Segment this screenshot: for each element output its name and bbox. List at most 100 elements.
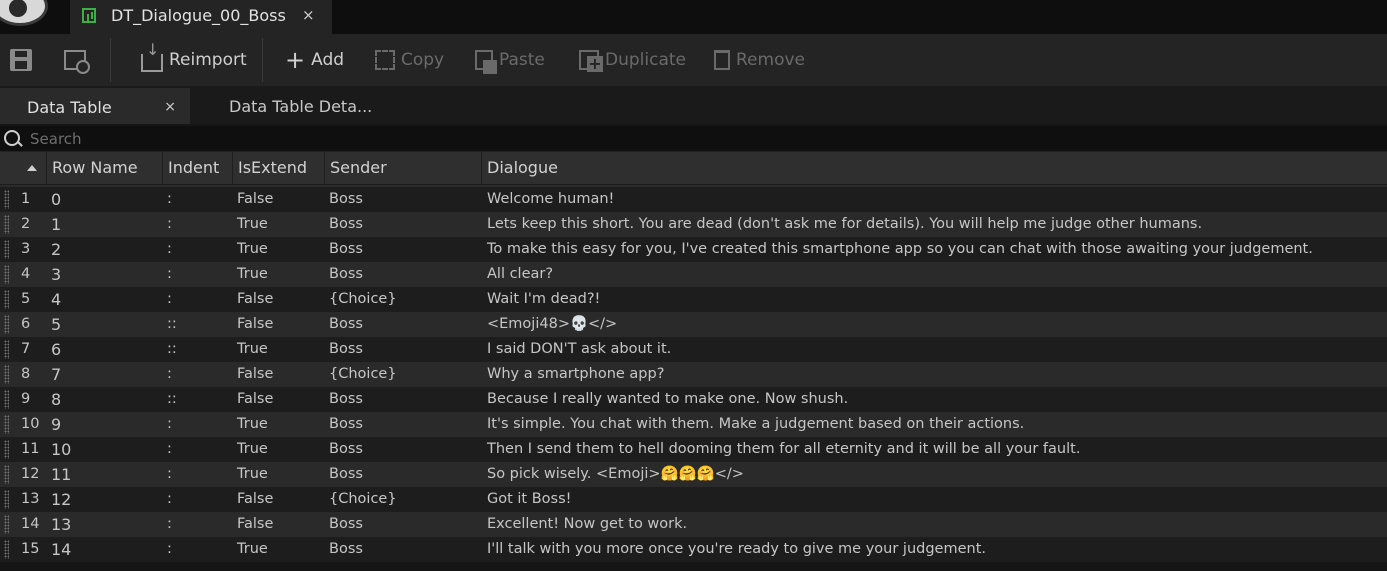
- drag-handle-icon[interactable]: [4, 465, 9, 484]
- sender-cell[interactable]: Boss: [329, 512, 363, 537]
- sender-cell[interactable]: Boss: [329, 237, 363, 262]
- isextend-cell[interactable]: False: [237, 187, 273, 212]
- row-name-cell[interactable]: 10: [51, 437, 71, 462]
- sender-cell[interactable]: Boss: [329, 412, 363, 437]
- table-row[interactable]: 12 11: True Boss So pick wisely. <Emoji>🤗🤗🤗<…: [0, 462, 1387, 487]
- column-header-indent[interactable]: Indent: [162, 152, 232, 184]
- indent-cell[interactable]: ::: [167, 312, 177, 337]
- drag-handle-icon[interactable]: [4, 490, 9, 509]
- document-tab[interactable]: DT_Dialogue_00_Boss ×: [70, 0, 332, 34]
- duplicate-button[interactable]: Duplicate: [579, 34, 686, 86]
- isextend-cell[interactable]: False: [237, 487, 273, 512]
- save-button[interactable]: [10, 34, 38, 86]
- table-row[interactable]: 14 13: False Boss Excellent! Now get to work…: [0, 512, 1387, 537]
- close-tab-icon[interactable]: ×: [164, 99, 176, 115]
- table-row[interactable]: 3 2: True Boss To make this easy for you, I'…: [0, 237, 1387, 262]
- tab-data-table-details[interactable]: Data Table Deta...: [229, 88, 372, 124]
- unreal-logo-icon[interactable]: [0, 0, 48, 26]
- drag-handle-icon[interactable]: [4, 290, 9, 309]
- isextend-cell[interactable]: False: [237, 387, 273, 412]
- indent-cell[interactable]: :: [167, 437, 172, 462]
- sender-cell[interactable]: Boss: [329, 212, 363, 237]
- dialogue-cell[interactable]: Excellent! Now get to work.: [487, 512, 687, 537]
- dialogue-cell[interactable]: Wait I'm dead?!: [487, 287, 600, 312]
- column-header-sender[interactable]: Sender: [324, 152, 482, 184]
- search-input[interactable]: [28, 128, 1332, 150]
- indent-cell[interactable]: :: [167, 487, 172, 512]
- row-name-cell[interactable]: 1: [51, 212, 61, 237]
- sender-cell[interactable]: Boss: [329, 187, 363, 212]
- row-name-cell[interactable]: 14: [51, 537, 71, 562]
- row-name-cell[interactable]: 9: [51, 412, 61, 437]
- table-row[interactable]: 6 5:: False Boss <Emoji48>💀</>: [0, 312, 1387, 337]
- sender-cell[interactable]: Boss: [329, 262, 363, 287]
- indent-cell[interactable]: :: [167, 212, 172, 237]
- isextend-cell[interactable]: False: [237, 512, 273, 537]
- isextend-cell[interactable]: True: [237, 462, 268, 487]
- indent-cell[interactable]: :: [167, 237, 172, 262]
- drag-handle-icon[interactable]: [4, 415, 9, 434]
- sender-cell[interactable]: {Choice}: [329, 487, 397, 512]
- column-header-isextend[interactable]: IsExtend: [232, 152, 324, 184]
- sender-cell[interactable]: Boss: [329, 337, 363, 362]
- indent-cell[interactable]: ::: [167, 387, 177, 412]
- table-row[interactable]: 15 14: True Boss I'll talk with you more on…: [0, 537, 1387, 562]
- close-tab-icon[interactable]: ×: [302, 6, 315, 24]
- drag-handle-icon[interactable]: [4, 215, 9, 234]
- remove-button[interactable]: Remove: [714, 34, 805, 86]
- table-row[interactable]: 2 1: True Boss Lets keep this short. You are…: [0, 212, 1387, 237]
- dialogue-cell[interactable]: I'll talk with you more once you're read…: [487, 537, 986, 562]
- dialogue-cell[interactable]: Because I really wanted to make one. Now…: [487, 387, 848, 412]
- dialogue-cell[interactable]: Lets keep this short. You are dead (don'…: [487, 212, 1202, 237]
- isextend-cell[interactable]: True: [237, 262, 268, 287]
- table-row[interactable]: 4 3: True Boss All clear?: [0, 262, 1387, 287]
- sender-cell[interactable]: Boss: [329, 312, 363, 337]
- browse-button[interactable]: [64, 34, 92, 86]
- isextend-cell[interactable]: True: [237, 412, 268, 437]
- drag-handle-icon[interactable]: [4, 265, 9, 284]
- column-header-dialogue[interactable]: Dialogue: [481, 152, 1387, 184]
- row-name-cell[interactable]: 13: [51, 512, 71, 537]
- dialogue-cell[interactable]: It's simple. You chat with them. Make a …: [487, 412, 1024, 437]
- row-name-cell[interactable]: 8: [51, 387, 61, 412]
- row-name-cell[interactable]: 5: [51, 312, 61, 337]
- dialogue-cell[interactable]: All clear?: [487, 262, 553, 287]
- add-button[interactable]: + Add: [285, 34, 344, 86]
- drag-handle-icon[interactable]: [4, 515, 9, 534]
- indent-cell[interactable]: :: [167, 262, 172, 287]
- row-name-cell[interactable]: 11: [51, 462, 71, 487]
- drag-handle-icon[interactable]: [4, 315, 9, 334]
- dialogue-cell[interactable]: Why a smartphone app?: [487, 362, 664, 387]
- indent-cell[interactable]: :: [167, 187, 172, 212]
- isextend-cell[interactable]: False: [237, 362, 273, 387]
- paste-button[interactable]: Paste: [475, 34, 545, 86]
- table-row[interactable]: 9 8:: False Boss Because I really wanted to …: [0, 387, 1387, 412]
- indent-cell[interactable]: :: [167, 537, 172, 562]
- drag-handle-icon[interactable]: [4, 540, 9, 559]
- drag-handle-icon[interactable]: [4, 190, 9, 209]
- dialogue-cell[interactable]: <Emoji48>💀</>: [487, 312, 617, 337]
- sender-cell[interactable]: Boss: [329, 437, 363, 462]
- isextend-cell[interactable]: True: [237, 437, 268, 462]
- sender-cell[interactable]: Boss: [329, 462, 363, 487]
- dialogue-cell[interactable]: Got it Boss!: [487, 487, 571, 512]
- indent-cell[interactable]: ::: [167, 337, 177, 362]
- isextend-cell[interactable]: True: [237, 237, 268, 262]
- drag-handle-icon[interactable]: [4, 440, 9, 459]
- drag-handle-icon[interactable]: [4, 390, 9, 409]
- table-row[interactable]: 8 7: False {Choice} Why a smartphone app?: [0, 362, 1387, 387]
- reimport-button[interactable]: Reimport: [141, 34, 247, 86]
- row-name-cell[interactable]: 4: [51, 287, 61, 312]
- isextend-cell[interactable]: True: [237, 212, 268, 237]
- table-row[interactable]: 7 6:: True Boss I said DON'T ask about it.: [0, 337, 1387, 362]
- copy-button[interactable]: Copy: [375, 34, 444, 86]
- dialogue-cell[interactable]: Then I send them to hell dooming them fo…: [487, 437, 1080, 462]
- table-row[interactable]: 1 0: False Boss Welcome human!: [0, 185, 1387, 212]
- sender-cell[interactable]: {Choice}: [329, 287, 397, 312]
- row-name-cell[interactable]: 2: [51, 237, 61, 262]
- column-header-row-name[interactable]: Row Name: [46, 152, 163, 184]
- indent-cell[interactable]: :: [167, 412, 172, 437]
- sender-cell[interactable]: {Choice}: [329, 362, 397, 387]
- tab-data-table[interactable]: Data Table ×: [0, 88, 190, 124]
- isextend-cell[interactable]: False: [237, 312, 273, 337]
